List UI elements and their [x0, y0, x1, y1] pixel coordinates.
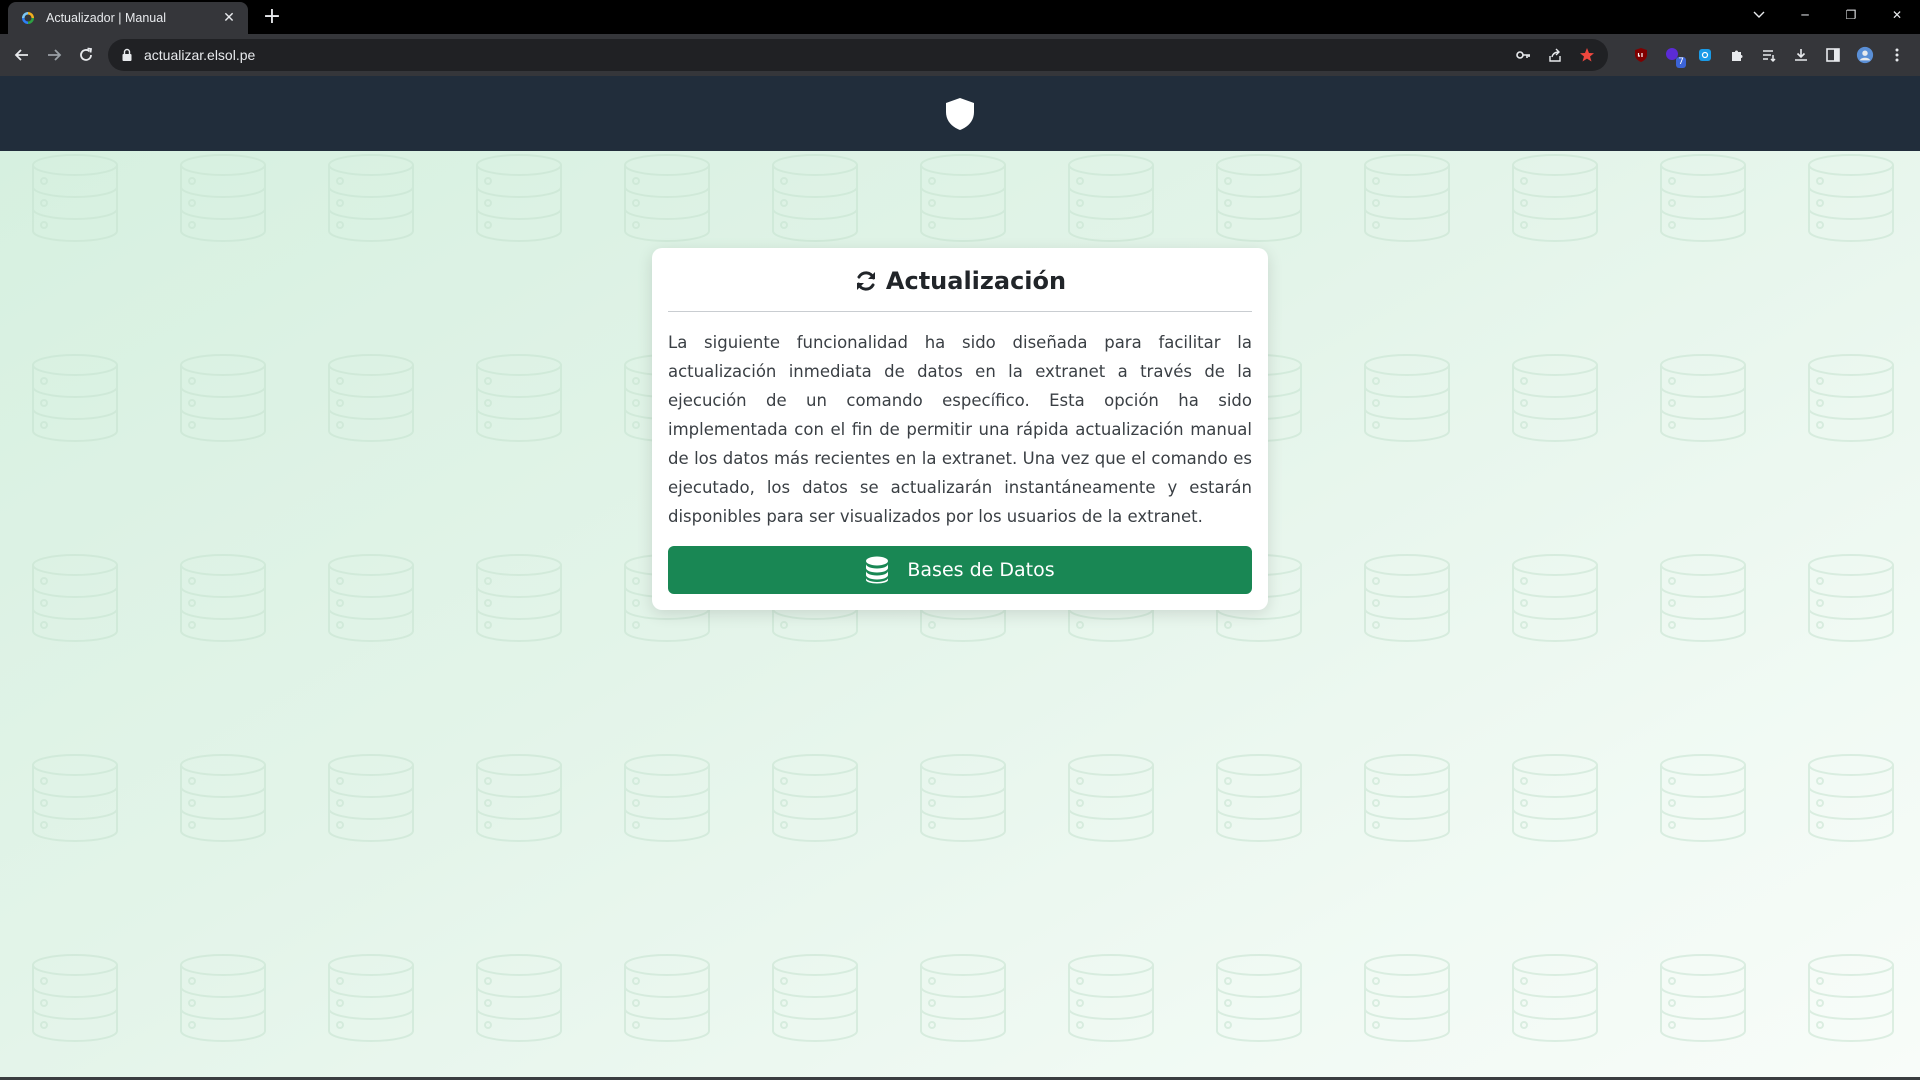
extensions-area: 7 — [1632, 41, 1906, 69]
new-tab-button[interactable]: + — [258, 4, 286, 32]
reading-list-icon[interactable] — [1760, 46, 1778, 64]
tab-close-icon[interactable]: ✕ — [220, 9, 238, 27]
address-bar[interactable]: actualizar.elsol.pe — [108, 39, 1608, 71]
reload-icon — [80, 47, 93, 61]
back-button[interactable] — [8, 41, 36, 69]
menu-kebab-icon[interactable] — [1888, 46, 1906, 64]
browser-toolbar: actualizar.elsol.pe 7 — [0, 34, 1920, 77]
databases-button-label: Bases de Datos — [907, 559, 1055, 581]
card-title-text: Actualización — [885, 267, 1067, 295]
puzzle-extensions-icon[interactable] — [1728, 46, 1746, 64]
card-title: Actualización — [668, 262, 1252, 300]
shield-icon — [946, 97, 974, 130]
close-window-button[interactable]: ✕ — [1874, 0, 1920, 30]
forward-button[interactable] — [40, 41, 68, 69]
databases-button[interactable]: Bases de Datos — [668, 546, 1252, 594]
forward-arrow-icon — [48, 49, 62, 61]
reload-button[interactable] — [72, 41, 100, 69]
download-icon[interactable] — [1792, 46, 1810, 64]
tab-title: Actualizador | Manual — [46, 11, 166, 25]
window-controls: ─ ❐ ✕ — [1736, 0, 1920, 30]
bookmark-star-icon[interactable] — [1578, 46, 1596, 64]
screenshot-extension-icon[interactable] — [1696, 46, 1714, 64]
browser-tab-active[interactable]: Actualizador | Manual ✕ — [8, 2, 248, 34]
extension-badge-count: 7 — [1676, 57, 1686, 68]
share-icon[interactable] — [1546, 46, 1564, 64]
restore-button[interactable]: ❐ — [1828, 0, 1874, 30]
back-arrow-icon — [14, 49, 28, 61]
page-viewport: Actualización La siguiente funcionalidad… — [0, 76, 1920, 1080]
sync-icon — [856, 271, 875, 291]
database-icon — [866, 556, 889, 584]
extension-badge-icon[interactable]: 7 — [1664, 46, 1686, 68]
lock-icon — [122, 48, 132, 61]
card-description: La siguiente funcionalidad ha sido diseñ… — [668, 333, 1252, 526]
update-card: Actualización La siguiente funcionalidad… — [652, 248, 1268, 610]
url-text: actualizar.elsol.pe — [144, 47, 256, 63]
tab-search-icon[interactable] — [1736, 0, 1782, 30]
minimize-button[interactable]: ─ — [1782, 0, 1828, 30]
site-header — [0, 76, 1920, 151]
card-divider — [668, 311, 1252, 312]
key-icon[interactable] — [1514, 46, 1532, 64]
profile-avatar-icon[interactable] — [1856, 46, 1874, 64]
site-favicon-icon — [20, 10, 36, 26]
ublock-extension-icon[interactable] — [1632, 46, 1650, 64]
browser-tabstrip: Actualizador | Manual ✕ + ─ ❐ ✕ — [0, 0, 1920, 34]
side-panel-icon[interactable] — [1824, 46, 1842, 64]
